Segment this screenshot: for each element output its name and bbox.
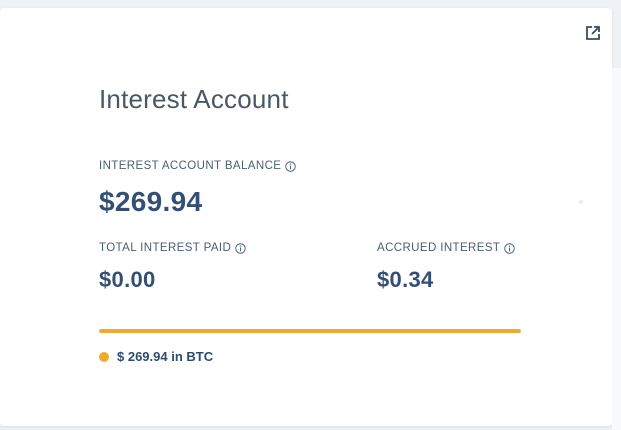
total-interest-paid-value: $0.00: [99, 267, 156, 292]
interest-account-card: Interest Account INTEREST ACCOUNT BALANC…: [0, 8, 612, 426]
info-icon[interactable]: [285, 160, 297, 172]
balance-label-text: INTEREST ACCOUNT BALANCE: [99, 160, 282, 172]
decorative-dot: [579, 200, 583, 204]
balance-value: $269.94: [99, 186, 203, 217]
page-title: Interest Account: [99, 84, 289, 114]
accrued-interest-label-text: ACCRUED INTEREST: [377, 242, 501, 254]
allocation-bar-fill: [99, 329, 521, 333]
info-icon[interactable]: [235, 242, 246, 254]
balance-label: INTEREST ACCOUNT BALANCE: [99, 160, 297, 172]
allocation-legend-text: $ 269.94 in BTC: [117, 349, 214, 364]
external-link-icon[interactable]: [584, 24, 602, 42]
accrued-interest-value: $0.34: [377, 267, 434, 292]
total-interest-paid-label-text: TOTAL INTEREST PAID: [99, 242, 232, 254]
total-interest-paid-label: TOTAL INTEREST PAID: [99, 242, 246, 254]
adjacent-panel-edge: [612, 68, 621, 430]
accrued-interest-label: ACCRUED INTEREST: [377, 242, 516, 254]
allocation-bar: [99, 329, 521, 333]
allocation-legend: $ 269.94 in BTC: [99, 349, 213, 364]
btc-legend-dot: [99, 351, 109, 362]
info-icon[interactable]: [504, 242, 516, 254]
